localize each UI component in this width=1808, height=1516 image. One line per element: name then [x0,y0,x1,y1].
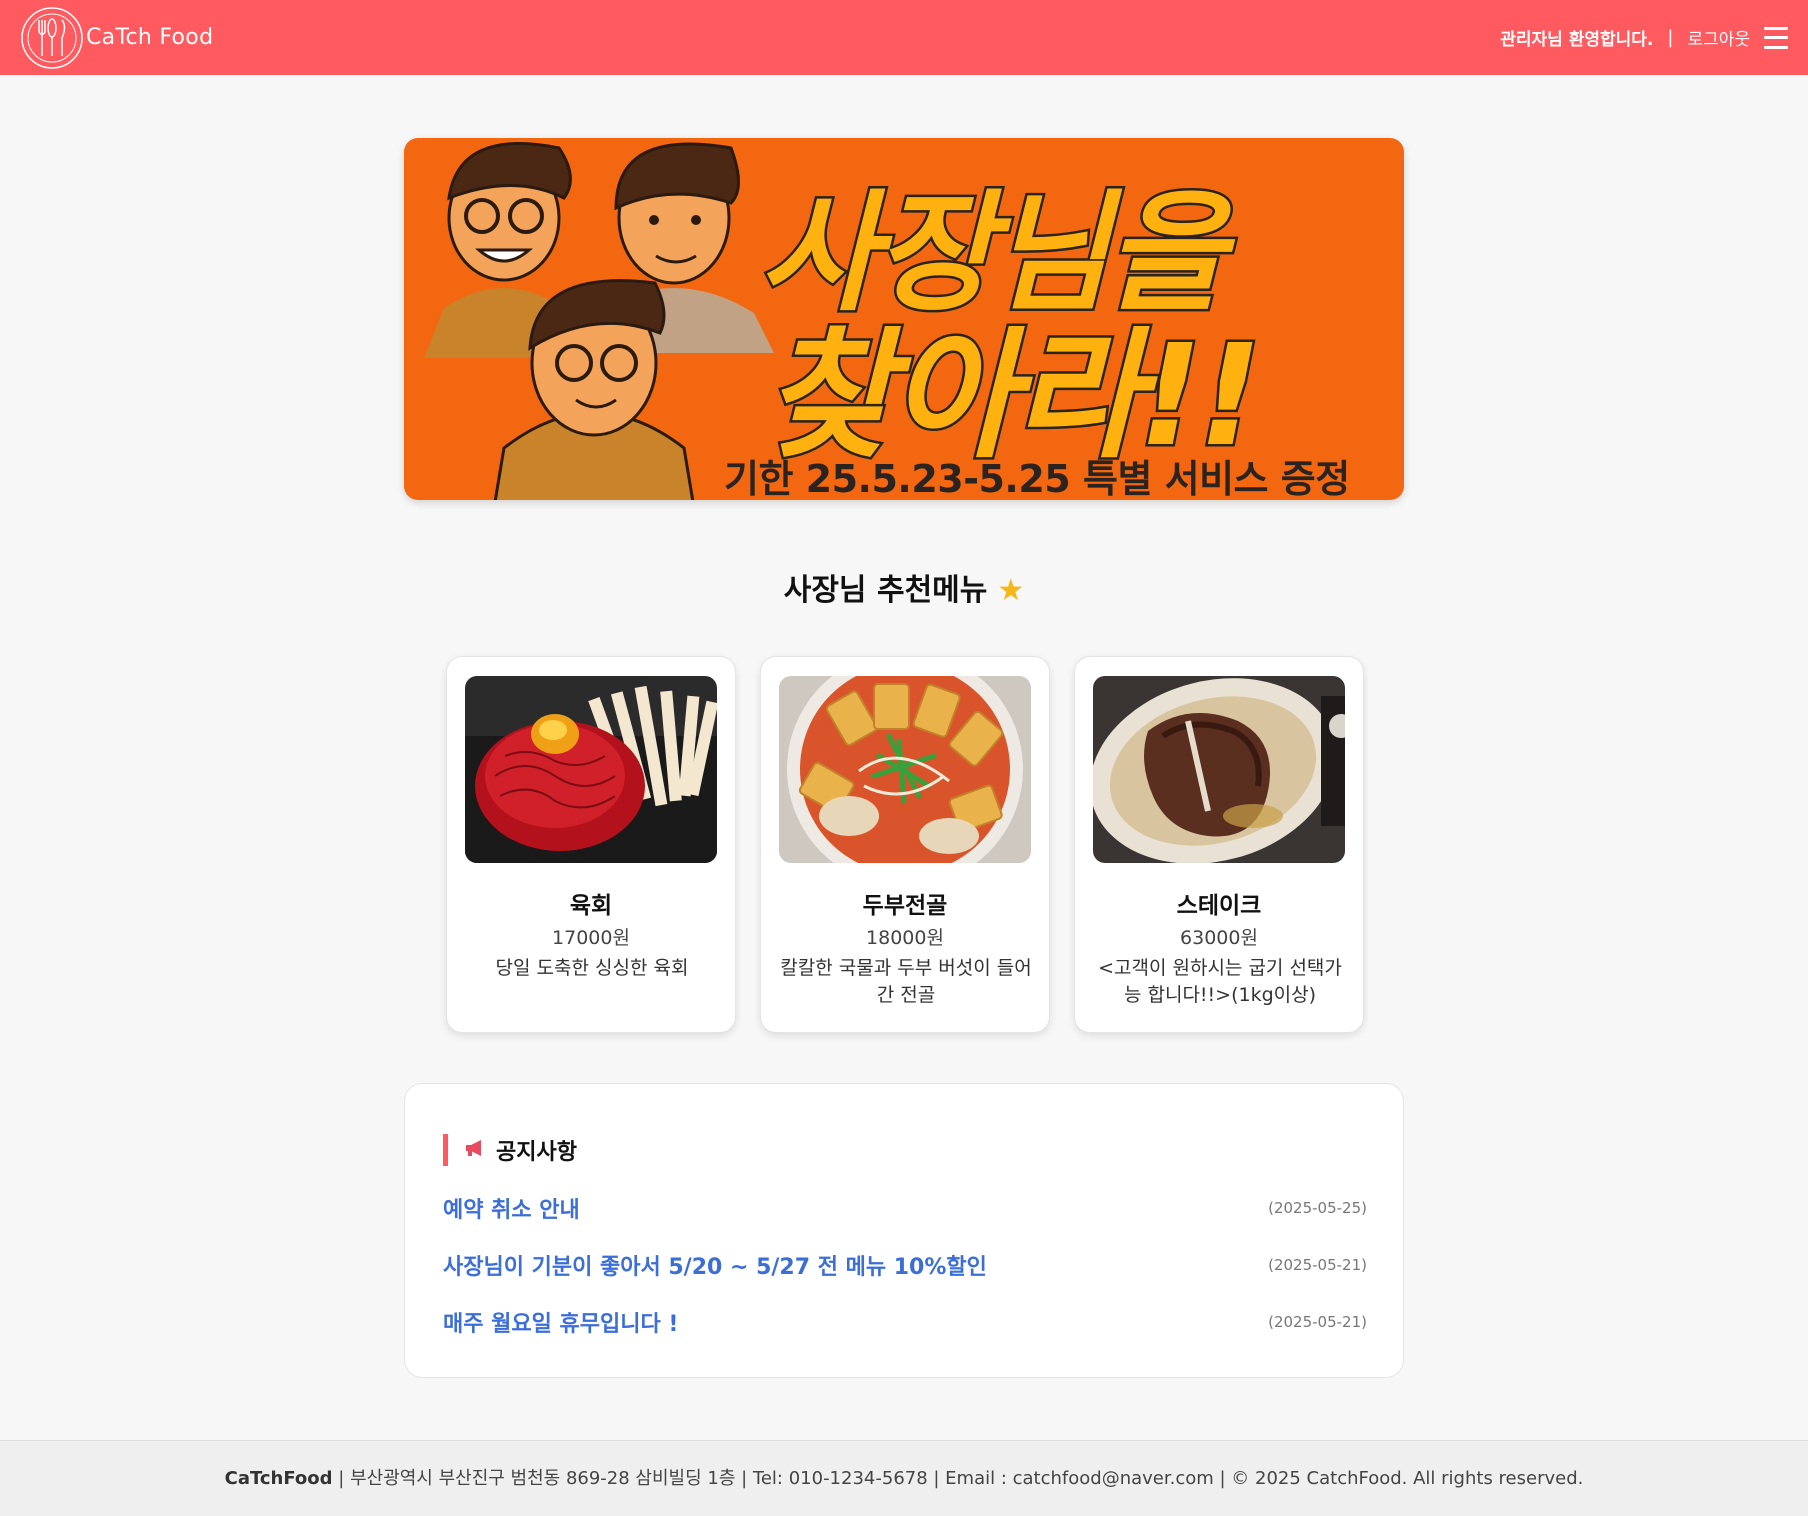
menu-name: 육회 [569,893,613,919]
utensils-icon [21,6,83,69]
menu-price: 18000원 [866,927,944,949]
menu-price: 17000원 [552,927,630,949]
menu-image [1093,676,1345,863]
notice-date: (2025-05-21) [1268,1313,1367,1331]
user-menu: 관리자님 환영합니다. | 로그아웃 [1500,25,1788,50]
menu-price: 63000원 [1180,927,1258,949]
menu-image [465,676,717,863]
brand-logo[interactable]: CaTch Food [20,6,213,70]
menu-image [779,676,1031,863]
menu-card[interactable]: 육회 17000원 당일 도축한 싱싱한 육회 [446,656,736,1033]
footer-brand: CaTchFood [224,1468,333,1489]
menu-name: 두부전골 [862,893,948,919]
menu-name: 스테이크 [1176,893,1262,919]
hamburger-menu-icon[interactable] [1764,26,1788,49]
notice-item: 매주 월요일 휴무입니다 ! (2025-05-21) [443,1306,1367,1338]
menu-card[interactable]: 두부전골 18000원 칼칼한 국물과 두부 버섯이 들어간 전골 [760,656,1050,1033]
megaphone-icon [464,1139,486,1162]
notice-item: 예약 취소 안내 (2025-05-25) [443,1192,1367,1224]
recommend-title: 사장님 추천메뉴 ★ [0,565,1808,609]
welcome-text: 관리자님 환영합니다. [1500,30,1654,50]
separator: | [1667,27,1674,48]
menu-description: <고객이 원하시는 굽기 선택가능 합니다!!>(1kg이상) [1098,957,1342,1006]
top-navbar: CaTch Food 관리자님 환영합니다. | 로그아웃 [0,0,1808,75]
recommend-title-text: 사장님 추천메뉴 [783,573,988,608]
notice-link[interactable]: 사장님이 기분이 좋아서 5/20 ~ 5/27 전 메뉴 10%할인 [443,1249,987,1281]
page-footer: CaTchFood | 부산광역시 부산진구 범천동 869-28 삼비빌딩 1… [0,1440,1808,1516]
banner-subtitle: 기한 25.5.23-5.25 특별 서비스 증정 [724,457,1350,500]
notice-date: (2025-05-25) [1268,1199,1367,1217]
footer-info: | 부산광역시 부산진구 범천동 869-28 삼비빌딩 1층 | Tel: 0… [332,1468,1584,1489]
notice-panel: 공지사항 예약 취소 안내 (2025-05-25) 사장님이 기분이 좋아서 … [404,1083,1404,1378]
notice-link[interactable]: 매주 월요일 휴무입니다 ! [443,1306,678,1338]
brand-name: CaTch Food [86,25,214,50]
star-icon: ★ [997,573,1025,608]
notice-item: 사장님이 기분이 좋아서 5/20 ~ 5/27 전 메뉴 10%할인 (202… [443,1249,1367,1281]
event-banner[interactable]: 사장님을 찾아라!! 기한 25.5.23-5.25 특별 서비스 증정 [404,138,1404,500]
notice-date: (2025-05-21) [1268,1256,1367,1274]
notice-link[interactable]: 예약 취소 안내 [443,1192,580,1224]
notice-header: 공지사항 [443,1134,577,1166]
menu-card[interactable]: 스테이크 63000원 <고객이 원하시는 굽기 선택가능 합니다!!>(1kg… [1074,656,1364,1033]
menu-description: 당일 도축한 싱싱한 육회 [495,957,689,979]
notice-title: 공지사항 [496,1140,577,1165]
logout-link[interactable]: 로그아웃 [1687,25,1750,50]
menu-description: 칼칼한 국물과 두부 버섯이 들어간 전골 [780,957,1032,1006]
